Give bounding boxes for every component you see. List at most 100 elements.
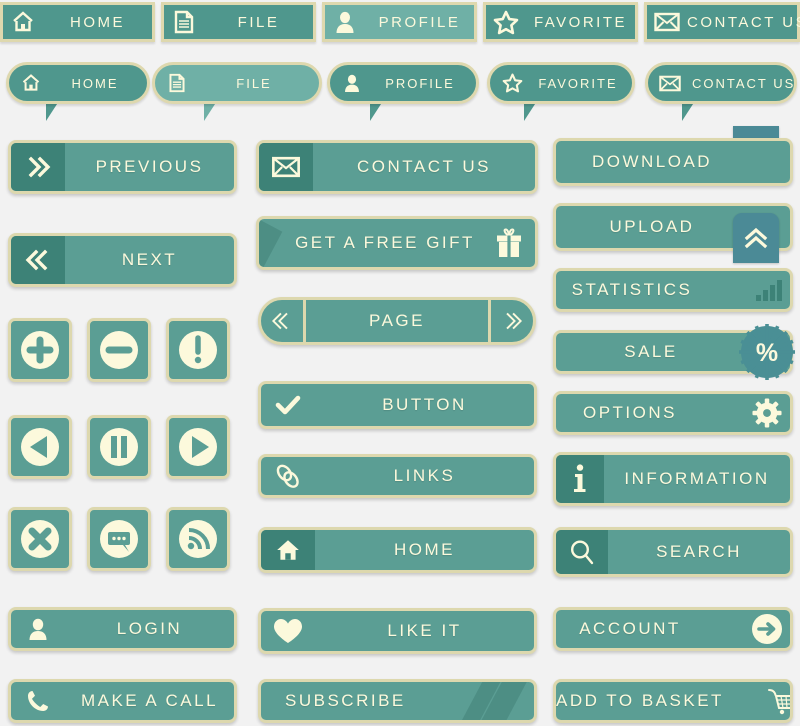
bubble-tab-favorite[interactable]: FAVORITE	[487, 62, 635, 104]
tab-file[interactable]: FILE	[161, 2, 316, 42]
account-label: ACCOUNT	[579, 619, 681, 638]
button-generic-label: BUTTON	[382, 395, 467, 414]
make-a-call-label: MAKE A CALL	[80, 691, 219, 710]
pager-prev-icon[interactable]	[261, 300, 303, 342]
tab-favorite[interactable]: FAVORITE	[483, 2, 638, 42]
double-chevron-left-icon	[11, 236, 65, 284]
download-label: DOWNLOAD	[591, 152, 713, 171]
heart-icon	[261, 611, 315, 651]
tab-label: HOME	[70, 13, 125, 31]
arrow-right-circle-icon	[744, 610, 790, 648]
bubble-tab-file[interactable]: FILE	[152, 62, 322, 104]
chain-link-icon	[261, 457, 315, 495]
get-a-free-gift-label: GET A FREE GIFT	[295, 233, 475, 252]
close-x-circle-icon	[17, 516, 63, 562]
search-button[interactable]: SEARCH	[553, 527, 793, 577]
envelope-icon	[647, 12, 687, 32]
user-icon	[330, 73, 374, 93]
tab-label: FILE	[237, 13, 280, 31]
magnifier-icon	[556, 530, 608, 574]
document-icon	[155, 73, 199, 93]
previous-label: PREVIOUS	[95, 157, 204, 176]
button-kit-canvas: HOME FILE PROFILE FAVORITE CONTACT US HO…	[0, 0, 800, 726]
home-label: HOME	[394, 540, 455, 559]
subscribe-button[interactable]: SUBSCRIBE	[258, 679, 537, 723]
icon-button-pause[interactable]	[87, 415, 151, 479]
tab-label: CONTACT US	[687, 13, 800, 31]
tab-profile[interactable]: PROFILE	[322, 2, 477, 42]
bubble-tab-label: FILE	[236, 75, 272, 91]
home-icon	[261, 530, 315, 570]
upload-ribbon-badge[interactable]	[733, 213, 779, 263]
next-label: NEXT	[121, 250, 178, 269]
add-to-basket-button[interactable]: ADD TO BASKET	[553, 679, 793, 723]
rss-circle-icon	[175, 516, 221, 562]
like-it-button[interactable]: LIKE IT	[258, 608, 537, 654]
plus-circle-icon	[17, 327, 63, 373]
envelope-icon	[648, 75, 692, 92]
links-label: LINKS	[393, 466, 456, 485]
icon-button-alert[interactable]	[166, 318, 230, 382]
tab-label: FAVORITE	[533, 13, 628, 31]
button-generic[interactable]: BUTTON	[258, 381, 537, 429]
exclamation-circle-icon	[175, 327, 221, 373]
icon-button-previous-track[interactable]	[8, 415, 72, 479]
options-button[interactable]: OPTIONS	[553, 391, 793, 435]
icon-button-rss[interactable]	[166, 507, 230, 571]
pager-page-label: PAGE	[303, 300, 491, 342]
information-label: INFORMATION	[624, 469, 770, 488]
play-circle-icon	[175, 424, 221, 470]
bubble-tab-label: HOME	[71, 75, 119, 91]
percent-badge-icon[interactable]: %	[739, 324, 795, 380]
home-button[interactable]: HOME	[258, 527, 537, 573]
pager-control[interactable]: PAGE	[258, 297, 536, 345]
bubble-tab-label: PROFILE	[385, 75, 455, 91]
double-chevron-right-icon	[11, 143, 65, 191]
double-chevron-up-icon	[744, 227, 768, 249]
get-a-free-gift-button[interactable]: GET A FREE GIFT	[256, 216, 538, 270]
links-button[interactable]: LINKS	[258, 454, 537, 498]
statistics-label: STATISTICS	[571, 280, 693, 299]
document-icon	[164, 10, 204, 34]
icon-button-close[interactable]	[8, 507, 72, 571]
svg-text:%: %	[756, 339, 778, 367]
star-icon	[490, 73, 534, 93]
gift-icon	[483, 219, 535, 267]
contact-us-label: CONTACT US	[357, 157, 491, 176]
download-button[interactable]: DOWNLOAD	[553, 138, 793, 186]
icon-button-chat[interactable]	[87, 507, 151, 571]
minus-circle-icon	[96, 327, 142, 373]
make-a-call-button[interactable]: MAKE A CALL	[8, 679, 237, 723]
subscribe-label: SUBSCRIBE	[285, 691, 406, 710]
chat-bubble-circle-icon	[96, 516, 142, 562]
tab-label: PROFILE	[378, 13, 461, 31]
icon-button-minus[interactable]	[87, 318, 151, 382]
account-button[interactable]: ACCOUNT	[553, 607, 793, 651]
contact-us-button[interactable]: CONTACT US	[256, 140, 538, 194]
user-icon	[11, 610, 65, 648]
home-icon	[3, 10, 43, 34]
next-button[interactable]: NEXT	[8, 233, 237, 287]
star-icon	[486, 10, 526, 35]
info-i-icon	[556, 455, 604, 503]
statistics-button[interactable]: STATISTICS	[553, 268, 793, 312]
play-back-circle-icon	[17, 424, 63, 470]
pause-circle-icon	[96, 424, 142, 470]
options-label: OPTIONS	[582, 403, 677, 422]
previous-button[interactable]: PREVIOUS	[8, 140, 237, 194]
icon-button-plus[interactable]	[8, 318, 72, 382]
check-icon	[261, 384, 315, 426]
login-button[interactable]: LOGIN	[8, 607, 237, 651]
pager-next-icon[interactable]	[491, 300, 533, 342]
phone-icon	[11, 682, 65, 720]
add-to-basket-label: ADD TO BASKET	[556, 691, 724, 710]
envelope-icon	[259, 143, 313, 191]
bubble-tab-contact-us[interactable]: CONTACT US	[645, 62, 797, 104]
bubble-tab-home[interactable]: HOME	[6, 62, 150, 104]
tab-home[interactable]: HOME	[0, 2, 155, 42]
tab-contact-us[interactable]: CONTACT US	[644, 2, 800, 42]
icon-button-play[interactable]	[166, 415, 230, 479]
bubble-tab-label: CONTACT US	[692, 75, 796, 91]
information-button[interactable]: INFORMATION	[553, 452, 793, 506]
bubble-tab-profile[interactable]: PROFILE	[327, 62, 479, 104]
